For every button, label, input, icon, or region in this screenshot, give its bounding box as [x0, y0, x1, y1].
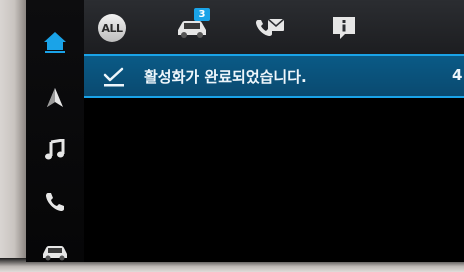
music-icon — [45, 139, 65, 160]
sidebar-item-car[interactable] — [26, 232, 84, 272]
tab-info[interactable] — [318, 8, 370, 48]
bezel-glare-left — [0, 0, 26, 272]
navigation-icon — [47, 88, 63, 107]
home-icon — [44, 32, 66, 53]
car-icon — [43, 246, 67, 261]
tab-calls-messages[interactable] — [244, 8, 296, 48]
sidebar-item-navigation[interactable] — [26, 78, 84, 118]
check-icon — [103, 67, 124, 87]
sidebar-item-home[interactable] — [26, 22, 84, 62]
infotainment-screen: ALL 3 활성화가 완료되었습니다. 4 — [0, 0, 464, 272]
notification-text: 활성화가 완료되었습니다. — [144, 68, 307, 86]
vehicle-count-badge: 3 — [194, 8, 210, 21]
phone-icon — [46, 193, 64, 211]
notification-tab-bar: ALL 3 — [84, 0, 464, 56]
notification-item[interactable]: 활성화가 완료되었습니다. 4: — [84, 56, 464, 98]
sidebar-item-music[interactable] — [26, 130, 84, 170]
tab-all[interactable]: ALL — [86, 8, 138, 48]
call-message-icon — [256, 18, 285, 36]
info-icon — [333, 17, 355, 39]
tab-all-label: ALL — [98, 14, 126, 42]
tab-vehicle[interactable]: 3 — [166, 8, 218, 48]
sidebar — [26, 0, 84, 262]
notification-time: 4: — [452, 66, 464, 84]
sidebar-item-phone[interactable] — [26, 182, 84, 222]
